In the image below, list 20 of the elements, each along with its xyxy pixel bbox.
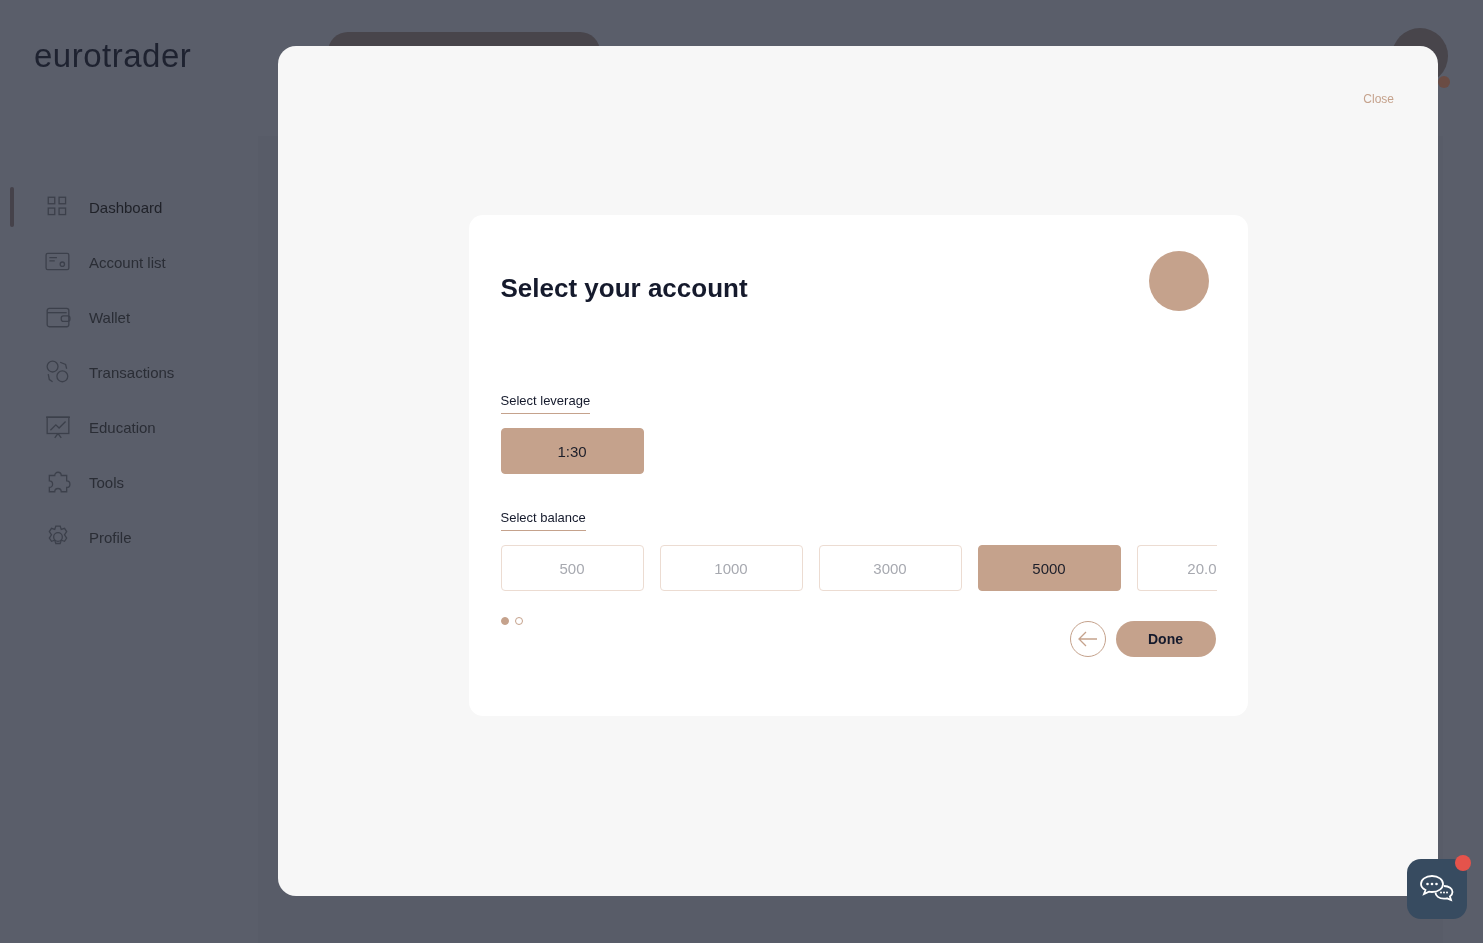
option-button[interactable]: 500 [500, 545, 644, 591]
status-dot [1438, 76, 1450, 88]
option-button[interactable]: 20.0 [1136, 545, 1217, 591]
option-button[interactable]: 1:30 [500, 428, 644, 474]
done-button[interactable]: Done [1115, 621, 1216, 657]
section-label: Select leverage [500, 393, 591, 414]
page-dot[interactable] [500, 617, 509, 625]
card-title: Select your account [500, 273, 748, 304]
arrow-left-icon [1077, 631, 1098, 647]
back-button[interactable] [1069, 621, 1106, 657]
logo: eurotrader [34, 36, 192, 76]
section-label: Select balance [500, 510, 586, 531]
option-button[interactable]: 3000 [818, 545, 962, 591]
chart-board-icon [45, 414, 71, 440]
currency-exchange-icon [45, 359, 71, 385]
option-button[interactable]: 5000 [977, 545, 1121, 591]
chat-icon [1419, 874, 1455, 904]
close-link[interactable]: Close [1363, 92, 1394, 108]
nav-label: Dashboard [89, 198, 163, 216]
option-button[interactable]: 1000 [659, 545, 803, 591]
